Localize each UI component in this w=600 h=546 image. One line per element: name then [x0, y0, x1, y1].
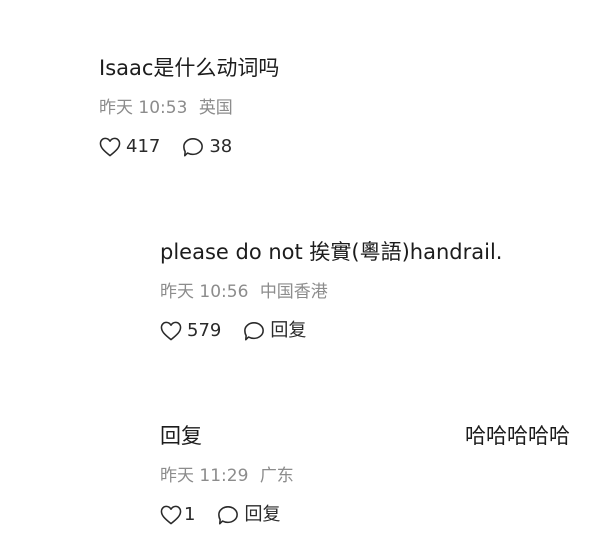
reply-button[interactable]: 38 [182, 135, 232, 159]
heart-icon [160, 321, 182, 341]
reply-time: 昨天 11:29 [160, 466, 249, 486]
heart-icon [99, 137, 121, 157]
comment-thread: Isaac是什么动词吗 昨天 10:53 英国 417 38 please do… [0, 0, 600, 546]
comment-actions: 417 38 [99, 135, 279, 159]
like-button[interactable]: 1 [160, 503, 195, 527]
reply-button[interactable]: 回复 [243, 319, 306, 343]
reply-meta: 昨天 11:29 广东 [160, 465, 570, 487]
reply-text-right: 哈哈哈哈哈 [465, 424, 570, 448]
reply-label: 回复 [270, 320, 307, 341]
comment-bubble-icon [244, 321, 265, 340]
reply-label: 回复 [244, 504, 281, 525]
reply-time: 昨天 10:56 [160, 282, 249, 302]
comment-meta: 昨天 10:53 英国 [99, 97, 279, 119]
reply-meta: 昨天 10:56 中国香港 [160, 281, 502, 303]
reply-location: 中国香港 [259, 282, 328, 302]
reply-button[interactable]: 回复 [217, 503, 280, 527]
heart-icon [160, 505, 182, 525]
reply-item: 回复 哈哈哈哈哈 昨天 11:29 广东 1 回复 [160, 420, 570, 527]
comment-time: 昨天 10:53 [99, 98, 188, 118]
comment-item: Isaac是什么动词吗 昨天 10:53 英国 417 38 [99, 52, 279, 159]
like-count: 1 [184, 504, 196, 525]
reply-content-row: 回复 哈哈哈哈哈 [160, 420, 570, 452]
reply-text: 回复 [160, 424, 202, 448]
like-button[interactable]: 579 [160, 319, 221, 343]
like-button[interactable]: 417 [99, 135, 160, 159]
comment-text: Isaac是什么动词吗 [99, 56, 280, 80]
like-count: 579 [187, 320, 222, 341]
reply-location: 广东 [259, 466, 294, 486]
reply-actions: 1 回复 [160, 503, 570, 527]
comment-location: 英国 [198, 98, 233, 118]
reply-count: 38 [209, 136, 233, 157]
reply-text: please do not 挨實(粵語)handrail. [160, 240, 503, 264]
reply-actions: 579 回复 [160, 319, 502, 343]
like-count: 417 [126, 136, 161, 157]
comment-bubble-icon [218, 505, 239, 524]
comment-bubble-icon [183, 137, 204, 156]
reply-item: please do not 挨實(粵語)handrail. 昨天 10:56 中… [160, 236, 502, 343]
